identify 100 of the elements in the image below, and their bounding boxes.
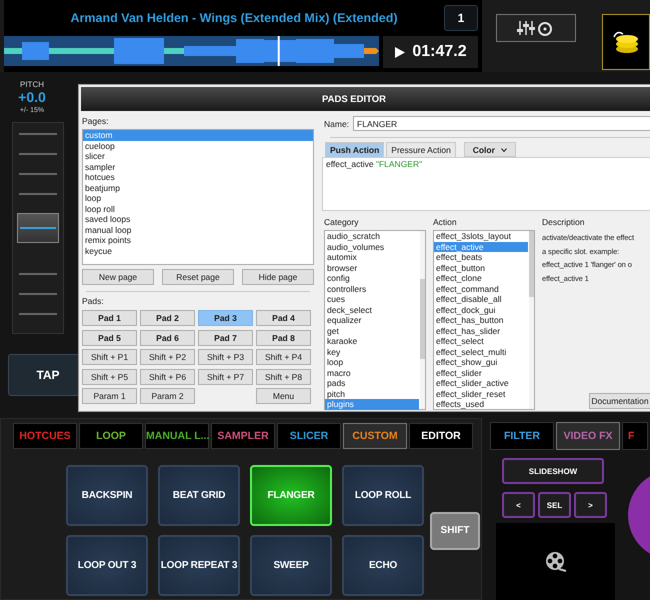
pad-button[interactable]: BEAT GRID (158, 465, 240, 526)
action-item[interactable]: effect_slider_active (434, 378, 528, 388)
pitch-thumb[interactable] (17, 213, 59, 243)
pad-select-button[interactable]: Pad 3 (198, 310, 253, 326)
page-item[interactable]: remix points (83, 235, 313, 246)
action-item[interactable]: effect_select (434, 336, 528, 346)
action-item[interactable]: effect_show_gui (434, 357, 528, 368)
pad-page-tab[interactable]: HOTCUES (13, 423, 77, 449)
pad-select-button[interactable]: Shift + P8 (256, 368, 311, 384)
category-item[interactable]: audio_volumes (325, 242, 419, 252)
category-item[interactable]: macro (325, 368, 419, 378)
documentation-button[interactable]: Documentation (589, 393, 650, 409)
pad-page-tab[interactable]: SAMPLER (211, 423, 275, 449)
pad-select-button[interactable]: Pad 7 (198, 330, 253, 346)
pad-page-tab[interactable]: SLICER (277, 423, 341, 449)
pad-select-button[interactable]: Shift + P3 (198, 349, 253, 365)
action-item[interactable]: effect_slider (434, 368, 528, 378)
pad-button[interactable]: ECHO (342, 535, 424, 596)
category-item[interactable]: loop (325, 357, 419, 368)
page-item[interactable]: beatjump (83, 182, 313, 193)
name-field[interactable]: FLANGER (353, 116, 650, 131)
pad-select-button[interactable]: Shift + P4 (256, 349, 311, 365)
action-item[interactable]: effect_slider_reset (434, 388, 528, 399)
shift-button[interactable]: SHIFT (430, 512, 480, 550)
pitch-slider[interactable] (12, 122, 64, 334)
category-item[interactable]: automix (325, 252, 419, 262)
pad-select-button[interactable]: Pad 6 (140, 330, 195, 346)
waveform-drawing[interactable] (4, 36, 379, 66)
action-item[interactable]: effect_beats (434, 252, 528, 262)
category-item[interactable]: audio_scratch (325, 231, 419, 242)
action-item[interactable]: effect_3slots_layout (434, 231, 528, 242)
category-item[interactable]: browser (325, 262, 419, 273)
action-item[interactable]: effect_has_slider (434, 326, 528, 336)
action-item[interactable]: effect_select_multi (434, 346, 528, 357)
pad-select-button[interactable]: Pad 1 (82, 310, 137, 326)
pad-select-button[interactable]: Shift + P1 (82, 349, 137, 365)
category-item[interactable]: config (325, 273, 419, 284)
previous-button[interactable]: < (502, 492, 535, 518)
action-item[interactable]: effect_button (434, 262, 528, 273)
page-button[interactable]: Reset page (162, 269, 234, 285)
page-item[interactable]: hotcues (83, 172, 313, 182)
pad-select-button[interactable]: Pad 8 (256, 330, 311, 346)
pad-select-button[interactable]: Pad 2 (140, 310, 195, 326)
action-item[interactable]: effect_command (434, 284, 528, 294)
page-button[interactable]: New page (82, 269, 154, 285)
category-item[interactable]: equalizer (325, 315, 419, 326)
pad-page-tab[interactable]: CUSTOM (343, 423, 407, 449)
category-item[interactable]: cues (325, 294, 419, 304)
scrollbar[interactable] (529, 231, 534, 409)
pad-page-tab[interactable]: LOOP (79, 423, 143, 449)
param-button[interactable]: Param 2 (140, 388, 195, 404)
page-item[interactable]: keycue (83, 246, 313, 256)
page-item[interactable]: cueloop (83, 140, 313, 151)
pad-page-tab[interactable]: MANUAL L... (145, 423, 209, 449)
effects-tab[interactable]: F (622, 422, 648, 450)
action-item[interactable]: effect_clone (434, 273, 528, 284)
page-item[interactable]: loop roll (83, 204, 313, 214)
pad-page-tab[interactable]: EDITOR (409, 423, 473, 449)
category-item[interactable]: pads (325, 378, 419, 388)
action-item[interactable]: effect_disable_all (434, 294, 528, 304)
action-tab[interactable]: Pressure Action (386, 142, 456, 157)
action-item[interactable]: effect_has_button (434, 315, 528, 326)
script-editor[interactable]: effect_active "FLANGER" (322, 157, 650, 211)
next-button[interactable]: > (574, 492, 607, 518)
pad-button[interactable]: BACKSPIN (66, 465, 148, 526)
effects-tab[interactable]: VIDEO FX (556, 422, 620, 450)
page-item[interactable]: slicer (83, 151, 313, 162)
page-item[interactable]: loop (83, 193, 313, 204)
pad-button[interactable]: LOOP OUT 3 (66, 535, 148, 596)
select-button[interactable]: SEL (538, 492, 571, 518)
page-item[interactable]: manual loop (83, 224, 313, 235)
pad-select-button[interactable]: Shift + P7 (198, 368, 253, 384)
scrollbar[interactable] (420, 231, 425, 409)
slideshow-button[interactable]: SLIDESHOW (502, 458, 604, 484)
pad-button[interactable]: LOOP REPEAT 3 (158, 535, 240, 596)
pad-select-button[interactable]: Pad 5 (82, 330, 137, 346)
action-item[interactable]: effects_used (434, 399, 528, 410)
pad-select-button[interactable]: Shift + P6 (140, 368, 195, 384)
pad-select-button[interactable]: Shift + P2 (140, 349, 195, 365)
action-item[interactable]: effect_dock_gui (434, 304, 528, 315)
playhead[interactable] (278, 36, 280, 66)
menu-button[interactable]: Menu (256, 388, 311, 404)
pad-button[interactable]: SWEEP (250, 535, 332, 596)
color-dropdown[interactable]: Color (464, 142, 516, 157)
param-button[interactable]: Param 1 (82, 388, 137, 404)
category-item[interactable]: get (325, 326, 419, 336)
pad-select-button[interactable]: Pad 4 (256, 310, 311, 326)
category-item[interactable]: controllers (325, 284, 419, 294)
category-item[interactable]: pitch (325, 388, 419, 399)
action-tab[interactable]: Push Action (325, 142, 384, 157)
page-button[interactable]: Hide page (242, 269, 314, 285)
page-item[interactable]: sampler (83, 162, 313, 172)
effects-tab[interactable]: FILTER (490, 422, 554, 450)
category-item[interactable]: key (325, 346, 419, 357)
pad-select-button[interactable]: Shift + P5 (82, 368, 137, 384)
mixer-button[interactable] (496, 14, 576, 42)
page-item[interactable]: saved loops (83, 214, 313, 224)
category-item[interactable]: karaoke (325, 336, 419, 346)
category-item[interactable]: deck_select (325, 304, 419, 315)
pad-button[interactable]: LOOP ROLL (342, 465, 424, 526)
